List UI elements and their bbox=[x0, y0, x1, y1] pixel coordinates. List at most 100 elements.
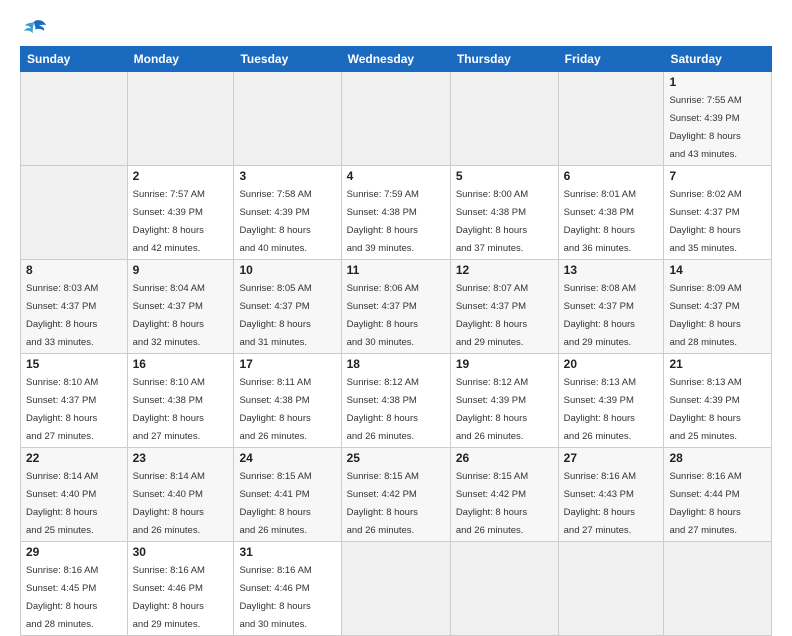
calendar-cell: 16 Sunrise: 8:10 AMSunset: 4:38 PMDayligh… bbox=[127, 354, 234, 448]
day-number: 4 bbox=[347, 169, 445, 183]
calendar-cell-empty bbox=[341, 542, 450, 636]
calendar-cell: 20 Sunrise: 8:13 AMSunset: 4:39 PMDayligh… bbox=[558, 354, 664, 448]
day-info: Sunrise: 8:06 AMSunset: 4:37 PMDaylight:… bbox=[347, 283, 419, 348]
calendar-cell: 22 Sunrise: 8:14 AMSunset: 4:40 PMDayligh… bbox=[21, 448, 128, 542]
calendar-cell-empty bbox=[21, 72, 128, 166]
calendar-cell: 7Sunrise: 8:02 AMSunset: 4:37 PMDaylight… bbox=[664, 166, 772, 260]
calendar-cell: 5Sunrise: 8:00 AMSunset: 4:38 PMDaylight… bbox=[450, 166, 558, 260]
calendar-day-header: Friday bbox=[558, 47, 664, 72]
day-info: Sunrise: 8:11 AMSunset: 4:38 PMDaylight:… bbox=[239, 377, 311, 442]
calendar-cell-empty bbox=[21, 166, 128, 260]
day-info: Sunrise: 8:14 AMSunset: 4:40 PMDaylight:… bbox=[26, 471, 98, 536]
page: SundayMondayTuesdayWednesdayThursdayFrid… bbox=[0, 0, 792, 612]
day-info: Sunrise: 8:16 AMSunset: 4:45 PMDaylight:… bbox=[26, 565, 98, 630]
calendar-cell: 19Sunrise: 8:12 AMSunset: 4:39 PMDayligh… bbox=[450, 354, 558, 448]
day-info: Sunrise: 8:02 AMSunset: 4:37 PMDaylight:… bbox=[669, 189, 741, 254]
day-number: 29 bbox=[26, 545, 122, 559]
calendar-cell: 2 Sunrise: 7:57 AMSunset: 4:39 PMDaylight… bbox=[127, 166, 234, 260]
day-info: Sunrise: 7:57 AMSunset: 4:39 PMDaylight:… bbox=[133, 189, 205, 254]
day-info: Sunrise: 8:12 AMSunset: 4:38 PMDaylight:… bbox=[347, 377, 419, 442]
calendar-cell: 9 Sunrise: 8:04 AMSunset: 4:37 PMDaylight… bbox=[127, 260, 234, 354]
day-info: Sunrise: 8:04 AMSunset: 4:37 PMDaylight:… bbox=[133, 283, 205, 348]
day-number: 25 bbox=[347, 451, 445, 465]
day-info: Sunrise: 8:15 AMSunset: 4:42 PMDaylight:… bbox=[347, 471, 419, 536]
day-number: 28 bbox=[669, 451, 766, 465]
day-number: 11 bbox=[347, 263, 445, 277]
day-number: 22 bbox=[26, 451, 122, 465]
day-number: 24 bbox=[239, 451, 335, 465]
day-number: 23 bbox=[133, 451, 229, 465]
day-info: Sunrise: 8:08 AMSunset: 4:37 PMDaylight:… bbox=[564, 283, 636, 348]
day-number: 18 bbox=[347, 357, 445, 371]
day-info: Sunrise: 8:10 AMSunset: 4:37 PMDaylight:… bbox=[26, 377, 98, 442]
day-info: Sunrise: 8:13 AMSunset: 4:39 PMDaylight:… bbox=[564, 377, 636, 442]
calendar-week-row: 22 Sunrise: 8:14 AMSunset: 4:40 PMDayligh… bbox=[21, 448, 772, 542]
calendar-cell: 3Sunrise: 7:58 AMSunset: 4:39 PMDaylight… bbox=[234, 166, 341, 260]
calendar-cell: 8 Sunrise: 8:03 AMSunset: 4:37 PMDaylight… bbox=[21, 260, 128, 354]
calendar-week-row: 8 Sunrise: 8:03 AMSunset: 4:37 PMDaylight… bbox=[21, 260, 772, 354]
calendar-header-row: SundayMondayTuesdayWednesdayThursdayFrid… bbox=[21, 47, 772, 72]
calendar-week-row: 1Sunrise: 7:55 AMSunset: 4:39 PMDaylight… bbox=[21, 72, 772, 166]
day-info: Sunrise: 8:15 AMSunset: 4:42 PMDaylight:… bbox=[456, 471, 528, 536]
calendar-cell: 21Sunrise: 8:13 AMSunset: 4:39 PMDayligh… bbox=[664, 354, 772, 448]
calendar-cell: 23 Sunrise: 8:14 AMSunset: 4:40 PMDayligh… bbox=[127, 448, 234, 542]
day-info: Sunrise: 8:03 AMSunset: 4:37 PMDaylight:… bbox=[26, 283, 98, 348]
calendar-cell: 6 Sunrise: 8:01 AMSunset: 4:38 PMDaylight… bbox=[558, 166, 664, 260]
logo-icon bbox=[20, 18, 48, 40]
calendar-cell: 12 Sunrise: 8:07 AMSunset: 4:37 PMDayligh… bbox=[450, 260, 558, 354]
day-info: Sunrise: 8:16 AMSunset: 4:43 PMDaylight:… bbox=[564, 471, 636, 536]
calendar-cell: 10Sunrise: 8:05 AMSunset: 4:37 PMDayligh… bbox=[234, 260, 341, 354]
day-number: 20 bbox=[564, 357, 659, 371]
day-info: Sunrise: 8:01 AMSunset: 4:38 PMDaylight:… bbox=[564, 189, 636, 254]
day-number: 21 bbox=[669, 357, 766, 371]
calendar-cell: 28 Sunrise: 8:16 AMSunset: 4:44 PMDayligh… bbox=[664, 448, 772, 542]
day-number: 3 bbox=[239, 169, 335, 183]
day-number: 9 bbox=[133, 263, 229, 277]
day-info: Sunrise: 7:55 AMSunset: 4:39 PMDaylight:… bbox=[669, 95, 741, 160]
calendar-cell-empty bbox=[450, 72, 558, 166]
day-number: 27 bbox=[564, 451, 659, 465]
day-number: 13 bbox=[564, 263, 659, 277]
logo bbox=[20, 18, 52, 40]
calendar-cell-empty bbox=[127, 72, 234, 166]
day-number: 30 bbox=[133, 545, 229, 559]
day-number: 5 bbox=[456, 169, 553, 183]
calendar-day-header: Tuesday bbox=[234, 47, 341, 72]
calendar-day-header: Thursday bbox=[450, 47, 558, 72]
calendar-cell: 27 Sunrise: 8:16 AMSunset: 4:43 PMDayligh… bbox=[558, 448, 664, 542]
day-info: Sunrise: 8:10 AMSunset: 4:38 PMDaylight:… bbox=[133, 377, 205, 442]
calendar-cell: 1Sunrise: 7:55 AMSunset: 4:39 PMDaylight… bbox=[664, 72, 772, 166]
calendar-cell: 11 Sunrise: 8:06 AMSunset: 4:37 PMDayligh… bbox=[341, 260, 450, 354]
day-info: Sunrise: 8:16 AMSunset: 4:44 PMDaylight:… bbox=[669, 471, 741, 536]
calendar-day-header: Wednesday bbox=[341, 47, 450, 72]
calendar-cell: 18 Sunrise: 8:12 AMSunset: 4:38 PMDayligh… bbox=[341, 354, 450, 448]
calendar-cell: 25 Sunrise: 8:15 AMSunset: 4:42 PMDayligh… bbox=[341, 448, 450, 542]
calendar-cell: 17 Sunrise: 8:11 AMSunset: 4:38 PMDayligh… bbox=[234, 354, 341, 448]
day-info: Sunrise: 8:15 AMSunset: 4:41 PMDaylight:… bbox=[239, 471, 311, 536]
calendar-cell-empty bbox=[450, 542, 558, 636]
calendar-cell: 26Sunrise: 8:15 AMSunset: 4:42 PMDayligh… bbox=[450, 448, 558, 542]
day-number: 16 bbox=[133, 357, 229, 371]
day-info: Sunrise: 8:14 AMSunset: 4:40 PMDaylight:… bbox=[133, 471, 205, 536]
calendar-cell: 15Sunrise: 8:10 AMSunset: 4:37 PMDayligh… bbox=[21, 354, 128, 448]
day-info: Sunrise: 8:07 AMSunset: 4:37 PMDaylight:… bbox=[456, 283, 528, 348]
calendar-cell: 14Sunrise: 8:09 AMSunset: 4:37 PMDayligh… bbox=[664, 260, 772, 354]
calendar-cell-empty bbox=[558, 542, 664, 636]
calendar-cell-empty bbox=[234, 72, 341, 166]
calendar-day-header: Saturday bbox=[664, 47, 772, 72]
day-number: 19 bbox=[456, 357, 553, 371]
calendar-cell-empty bbox=[558, 72, 664, 166]
day-number: 2 bbox=[133, 169, 229, 183]
calendar-week-row: 15Sunrise: 8:10 AMSunset: 4:37 PMDayligh… bbox=[21, 354, 772, 448]
header bbox=[20, 18, 772, 40]
day-number: 8 bbox=[26, 263, 122, 277]
day-number: 12 bbox=[456, 263, 553, 277]
day-number: 17 bbox=[239, 357, 335, 371]
calendar-cell-empty bbox=[664, 542, 772, 636]
calendar-week-row: 2 Sunrise: 7:57 AMSunset: 4:39 PMDaylight… bbox=[21, 166, 772, 260]
calendar-cell-empty bbox=[341, 72, 450, 166]
calendar-cell: 29 Sunrise: 8:16 AMSunset: 4:45 PMDayligh… bbox=[21, 542, 128, 636]
calendar-day-header: Monday bbox=[127, 47, 234, 72]
day-number: 6 bbox=[564, 169, 659, 183]
calendar-table: SundayMondayTuesdayWednesdayThursdayFrid… bbox=[20, 46, 772, 636]
